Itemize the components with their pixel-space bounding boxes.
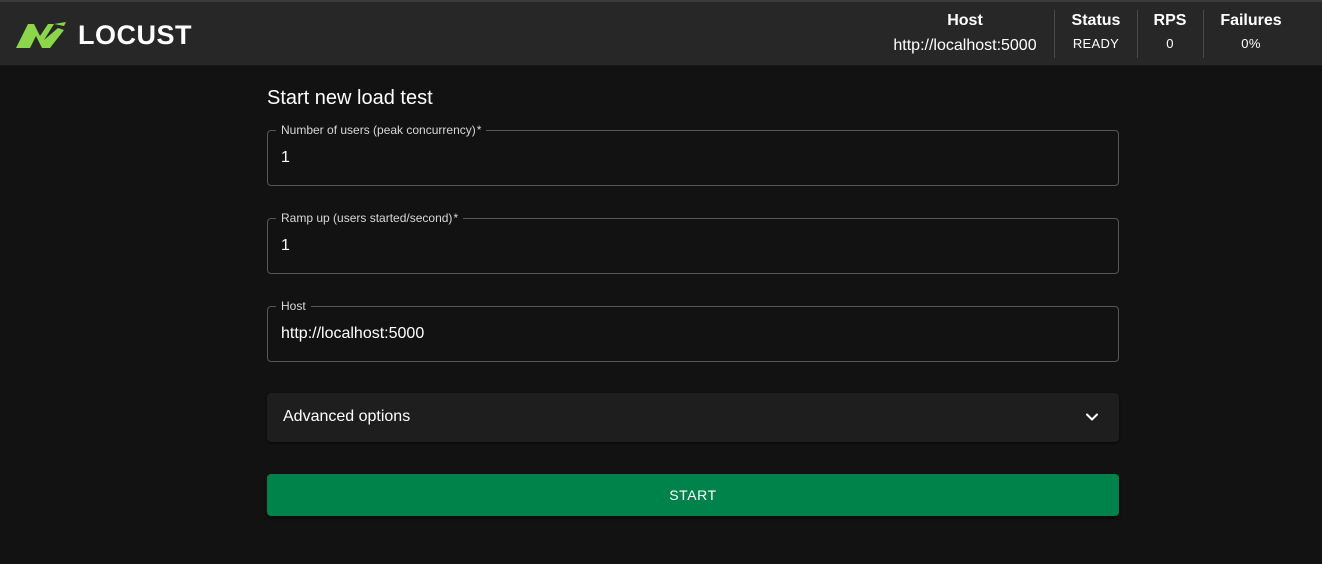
- status-stat-label: Status: [1071, 12, 1121, 29]
- host-stat-label: Host: [947, 12, 983, 29]
- ramp-up-field[interactable]: Ramp up (users started/second) *: [267, 210, 1119, 274]
- advanced-options-label: Advanced options: [283, 408, 411, 425]
- advanced-options-accordion[interactable]: Advanced options: [267, 393, 1119, 442]
- host-input[interactable]: [268, 307, 1118, 361]
- rps-stat: RPS 0: [1145, 10, 1195, 58]
- locust-logo[interactable]: LOCUST: [14, 20, 192, 50]
- stat-divider: [1203, 10, 1204, 58]
- status-stat: Status READY: [1062, 10, 1130, 58]
- host-field[interactable]: Host: [267, 298, 1119, 362]
- form-title: Start new load test: [267, 87, 433, 109]
- rps-stat-label: RPS: [1153, 12, 1187, 29]
- users-field[interactable]: Number of users (peak concurrency) *: [267, 122, 1119, 186]
- stat-divider: [1054, 10, 1055, 58]
- host-stat-value: http://localhost:5000: [893, 37, 1037, 54]
- failures-stat-value: 0%: [1241, 36, 1261, 51]
- stat-divider: [1137, 10, 1138, 58]
- start-button[interactable]: START: [267, 474, 1119, 516]
- host-stat: Host http://localhost:5000: [890, 10, 1040, 58]
- users-input[interactable]: [268, 131, 1118, 185]
- top-navigation-bar: LOCUST Host http://localhost:5000 Status…: [0, 0, 1322, 66]
- logo-text: LOCUST: [78, 20, 192, 50]
- chevron-down-icon[interactable]: [1085, 410, 1099, 424]
- failures-stat: Failures 0%: [1212, 10, 1290, 58]
- rps-stat-value: 0: [1166, 36, 1174, 51]
- status-stat-value: READY: [1072, 36, 1120, 51]
- ramp-up-input[interactable]: [268, 219, 1118, 273]
- failures-stat-label: Failures: [1220, 12, 1282, 29]
- locust-grasshopper-icon: [14, 20, 68, 50]
